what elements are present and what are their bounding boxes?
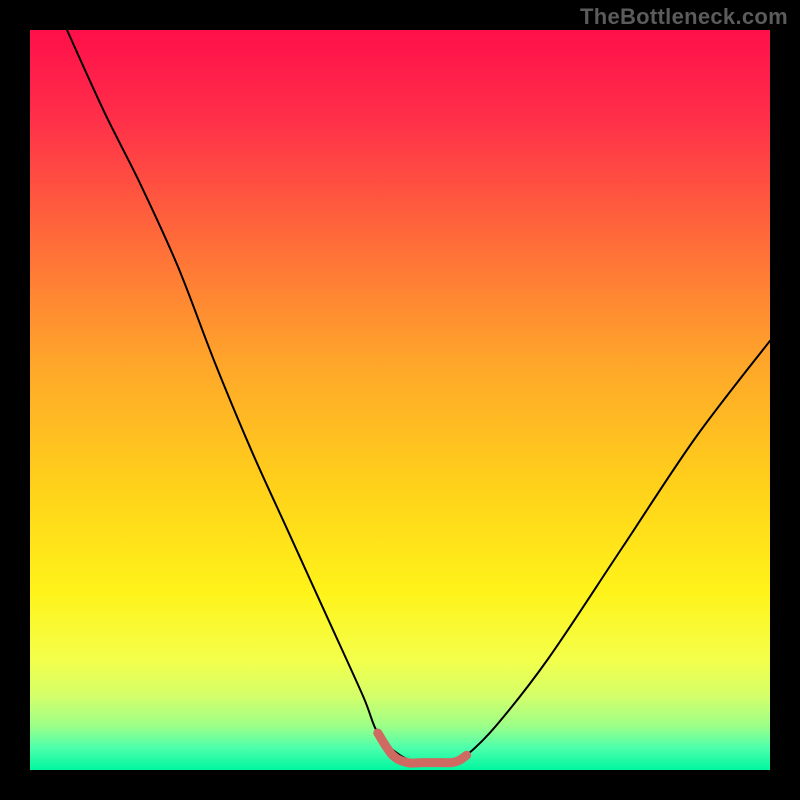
bottleneck-curve bbox=[67, 30, 770, 764]
plot-area bbox=[30, 30, 770, 770]
watermark-text: TheBottleneck.com bbox=[580, 4, 788, 30]
curve-layer bbox=[30, 30, 770, 770]
bottleneck-zone-band bbox=[378, 733, 467, 763]
chart-frame: TheBottleneck.com bbox=[0, 0, 800, 800]
